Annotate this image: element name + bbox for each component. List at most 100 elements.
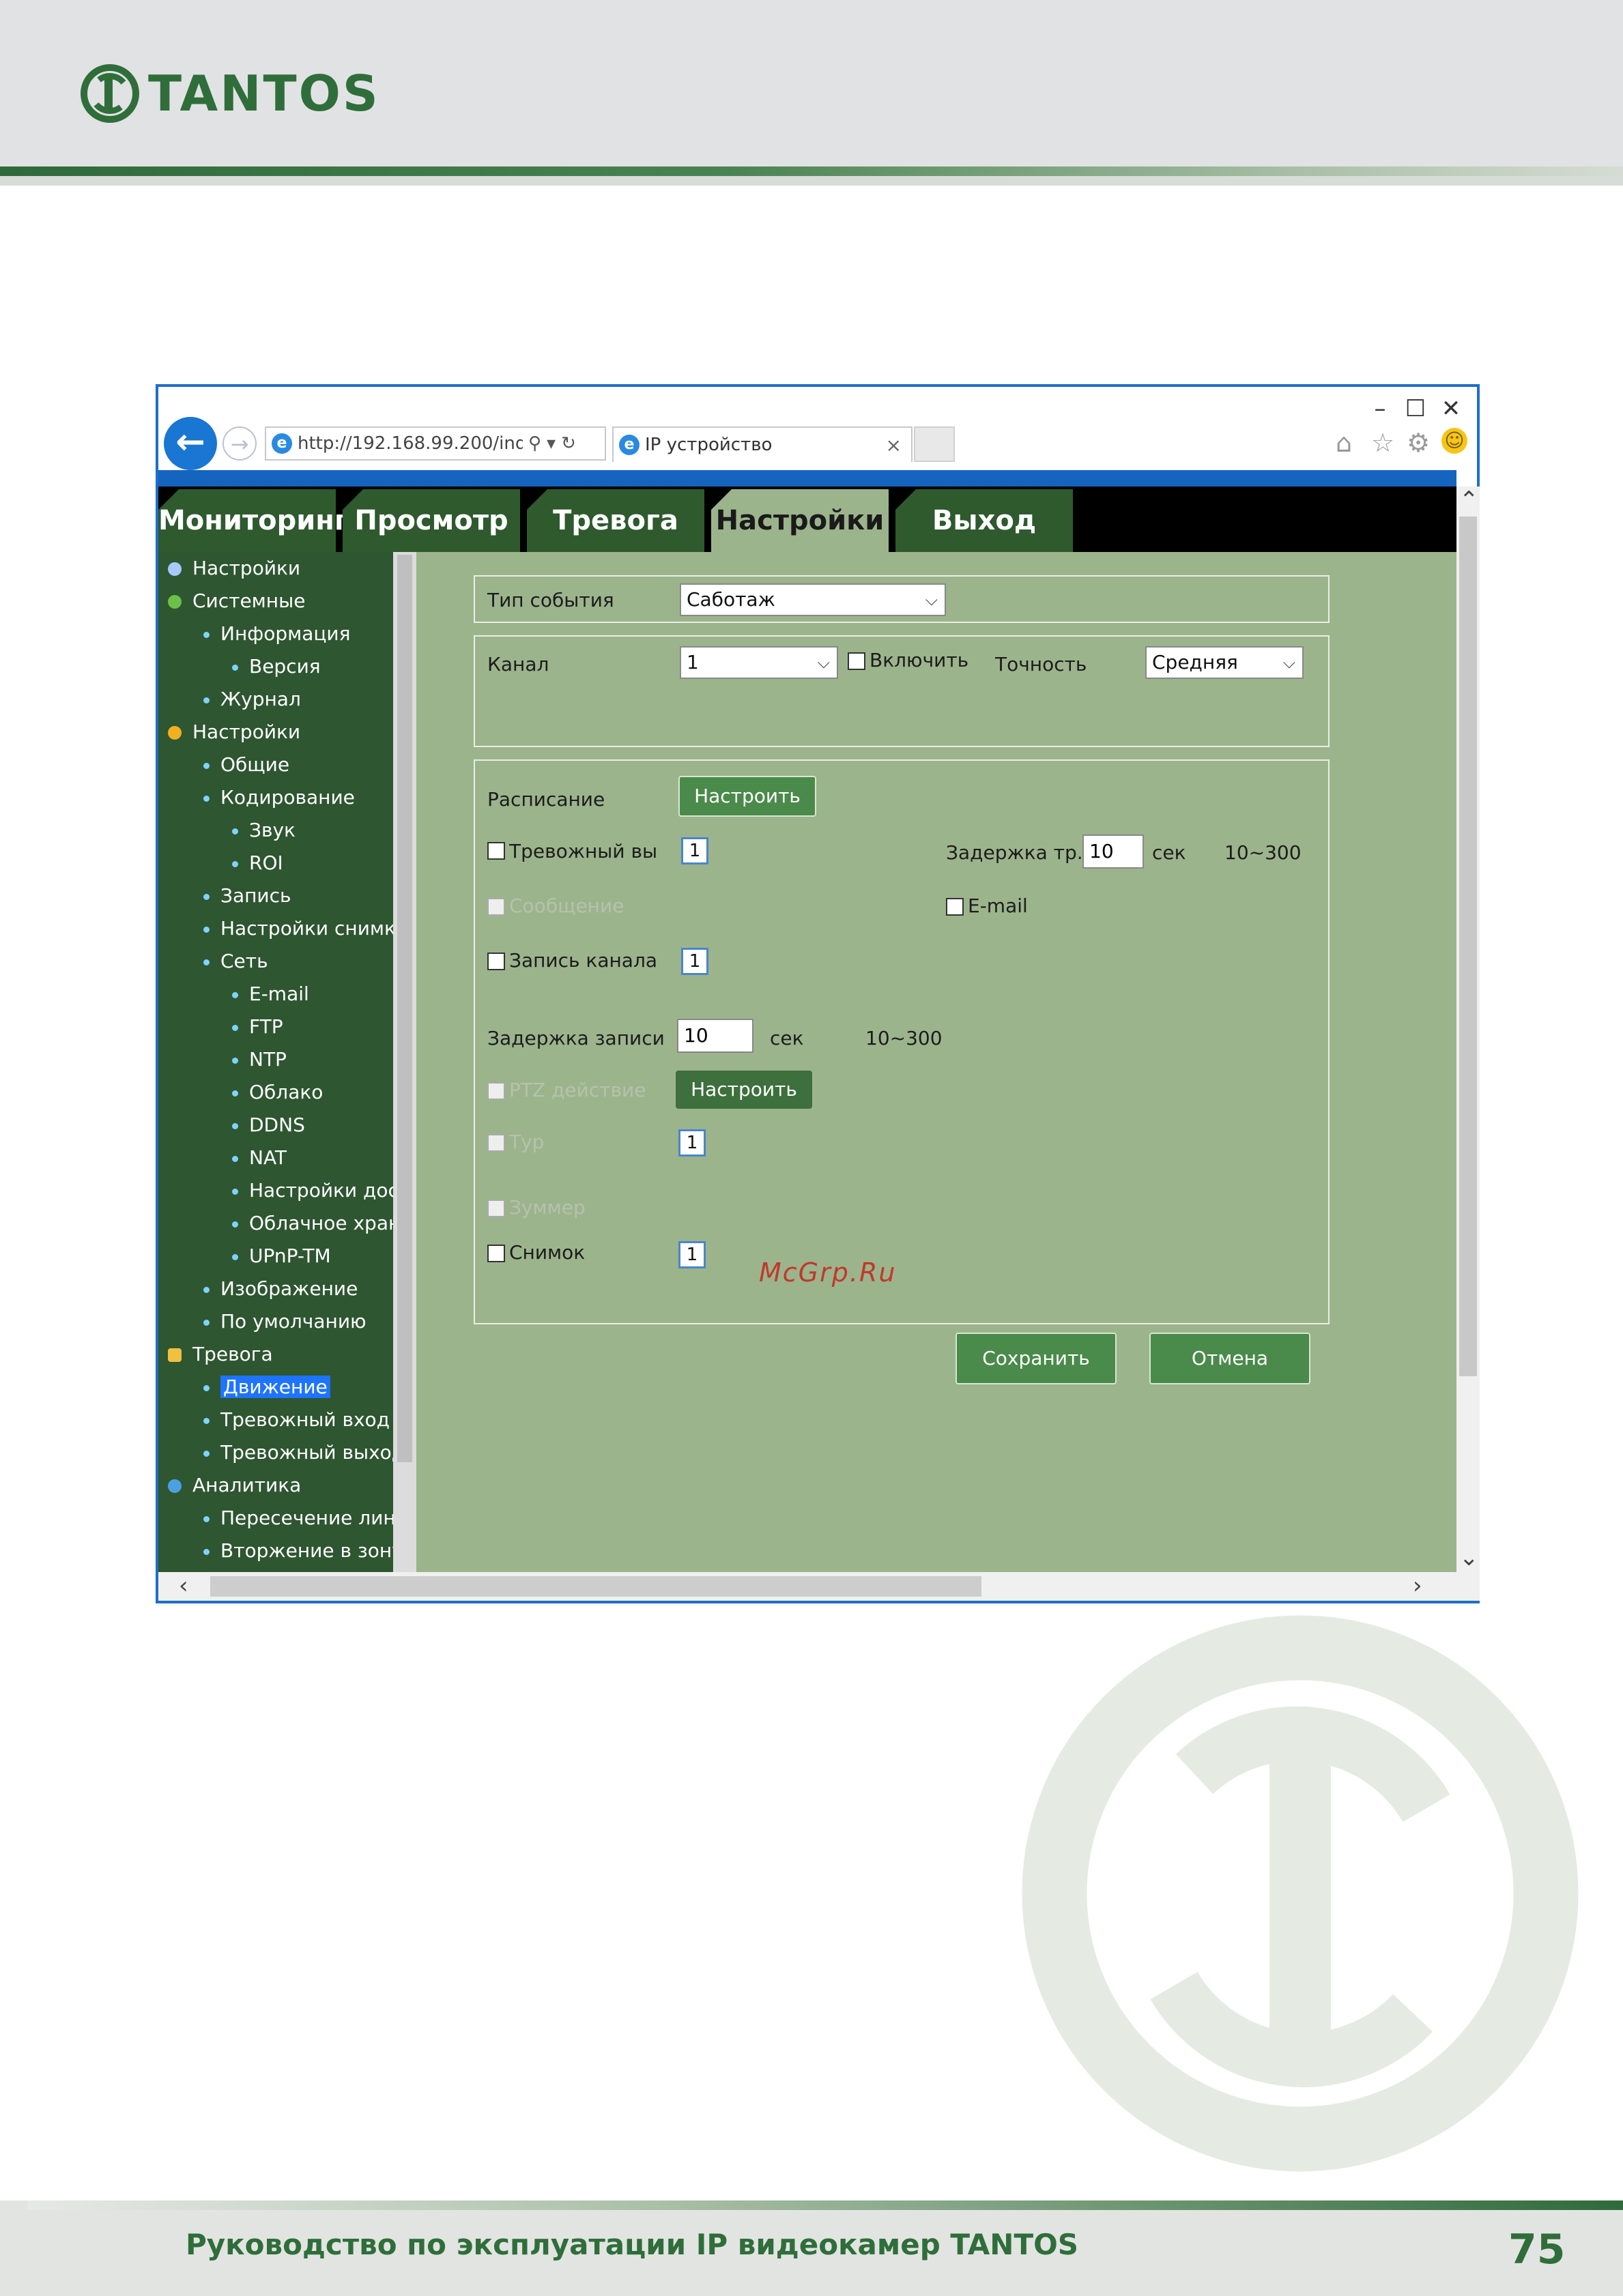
forward-button[interactable]: → (222, 426, 257, 461)
sidebar-item-cloud[interactable]: Облако (158, 1076, 323, 1109)
tour-checkbox (487, 1134, 505, 1152)
sidebar-item-audio[interactable]: Звук (158, 814, 296, 847)
menu-bar: Мониторинг Просмотр Тревога Настройки Вы… (158, 486, 1456, 552)
tab-close-icon[interactable]: × (886, 434, 902, 456)
sidebar-scroll-thumb[interactable] (397, 555, 412, 1462)
favorites-star-icon[interactable]: ☆ (1371, 428, 1394, 458)
enable-checkbox-row[interactable]: Включить (848, 649, 968, 671)
sidebar-item-general[interactable]: Общие (158, 749, 289, 781)
record-delay-unit: сек (770, 1027, 804, 1049)
sidebar-item-encoding[interactable]: Кодирование (158, 781, 355, 814)
maximize-button[interactable]: ☐ (1398, 395, 1433, 422)
sidebar-item-ddns[interactable]: DDNS (158, 1109, 305, 1142)
tab-notch (158, 489, 179, 510)
sidebar-item-roi[interactable]: ROI (158, 847, 283, 880)
sidebar-item-record[interactable]: Запись (158, 880, 291, 912)
browser-tab[interactable]: e IP устройство × (612, 426, 913, 462)
sidebar-item-upnp[interactable]: UPnP-TM (158, 1240, 331, 1273)
record-channel-row[interactable]: Запись канала (487, 949, 657, 972)
email-checkbox[interactable] (946, 898, 964, 916)
sidebar-item-network[interactable]: Сеть (158, 945, 268, 978)
sidebar-item-log[interactable]: Журнал (158, 683, 301, 716)
alarm-out-row[interactable]: Тревожный выход (487, 839, 658, 862)
sidebar-item-version[interactable]: Версия (158, 650, 321, 683)
sidebar-item-alarm[interactable]: Тревога (158, 1338, 273, 1371)
scroll-right-icon[interactable]: › (1413, 1572, 1422, 1599)
minimize-button[interactable]: – (1363, 395, 1397, 422)
sidebar-item-snapshot-settings[interactable]: Настройки снимка (158, 912, 393, 945)
enable-checkbox[interactable] (848, 652, 865, 670)
menu-tab-settings[interactable]: Настройки (711, 489, 889, 552)
sidebar-item-alarm-out[interactable]: Тревожный выход (158, 1436, 393, 1469)
sidebar-item-ntp[interactable]: NTP (158, 1043, 287, 1076)
snapshot-row[interactable]: Снимок (487, 1241, 585, 1264)
scroll-down-icon[interactable]: ⌄ (1459, 1544, 1479, 1571)
tantos-watermark-icon (1022, 1615, 1579, 2172)
email-row[interactable]: E-mail (946, 895, 1028, 917)
record-delay-label: Задержка записи (487, 1027, 665, 1049)
record-delay-range: 10~300 (865, 1027, 943, 1049)
tab-ie-icon: e (619, 435, 640, 455)
settings-gear-icon[interactable]: ⚙ (1407, 428, 1430, 458)
sidebar-item-zone-intrusion[interactable]: Вторжение в зону (158, 1535, 393, 1567)
event-type-select[interactable]: Саботаж ⌵ (680, 583, 946, 616)
channel-select[interactable]: 1 ⌵ (680, 646, 838, 679)
back-button[interactable]: ← (164, 417, 217, 470)
refresh-icon[interactable]: ↻ (561, 433, 576, 454)
sidebar-item-system[interactable]: Системные (158, 585, 305, 617)
sidebar-item-settings[interactable]: Настройки (158, 716, 300, 749)
scroll-left-icon[interactable]: ‹ (179, 1572, 188, 1599)
sidebar-item-nat[interactable]: NAT (158, 1142, 287, 1174)
search-icon[interactable]: ⚲ (528, 433, 541, 454)
snapshot-channel-box[interactable]: 1 (678, 1241, 706, 1268)
sidebar-item-information[interactable]: Информация (158, 617, 350, 650)
sidebar-item-alarm-in[interactable]: Тревожный вход (158, 1404, 390, 1436)
main-scroll-thumb[interactable] (1459, 517, 1477, 1376)
dropdown-icon[interactable]: ▾ (547, 433, 556, 454)
buzzer-checkbox (487, 1200, 505, 1217)
accuracy-select[interactable]: Средняя ⌵ (1145, 646, 1304, 679)
record-delay-input[interactable]: 10 (677, 1019, 753, 1053)
sidebar-item-cloud-storage[interactable]: Облачное хранилище (158, 1207, 393, 1240)
tab-notch (343, 489, 363, 510)
horizontal-scroll-thumb[interactable] (210, 1576, 981, 1597)
event-type-group: Тип события Саботаж ⌵ (474, 575, 1330, 623)
chevron-down-icon: ⌵ (1282, 653, 1295, 672)
ptz-configure-button[interactable]: Настроить (676, 1071, 812, 1109)
menu-tab-monitoring[interactable]: Мониторинг (158, 489, 349, 552)
menu-tab-alarm[interactable]: Тревога (527, 489, 704, 552)
address-bar[interactable]: e http://192.168.99.200/index.l ⚲ ▾ ↻ (265, 426, 606, 461)
schedule-configure-button[interactable]: Настроить (678, 776, 816, 817)
sidebar-item-motion[interactable]: Движение (158, 1371, 330, 1404)
new-tab-button[interactable] (914, 426, 955, 462)
menu-tab-exit[interactable]: Выход (895, 489, 1073, 552)
close-window-button[interactable]: ✕ (1434, 395, 1468, 422)
cancel-button[interactable]: Отмена (1149, 1333, 1310, 1384)
sidebar-item-ftp[interactable]: FTP (158, 1011, 283, 1043)
scroll-up-icon[interactable]: ⌃ (1459, 486, 1479, 514)
sidebar-item-access-settings[interactable]: Настройки доступа (158, 1174, 393, 1207)
home-icon[interactable]: ⌂ (1336, 428, 1352, 458)
trigger-delay-input[interactable]: 10 (1082, 834, 1144, 869)
tour-channel-box[interactable]: 1 (678, 1129, 706, 1157)
snapshot-checkbox[interactable] (487, 1245, 505, 1262)
sidebar-item-default[interactable]: По умолчанию (158, 1305, 367, 1338)
alarm-out-checkbox[interactable] (487, 842, 505, 860)
message-checkbox (487, 898, 505, 916)
url-text: http://192.168.99.200/index.l (298, 433, 523, 454)
alarm-out-channel-box[interactable]: 1 (681, 837, 708, 864)
sidebar-item-settings-root[interactable]: Настройки (158, 552, 300, 585)
gear-icon (168, 726, 182, 740)
menu-tab-view[interactable]: Просмотр (343, 489, 520, 552)
sidebar-item-analytics[interactable]: Аналитика (158, 1469, 301, 1502)
page-number: 75 (1508, 2226, 1566, 2273)
event-type-label: Тип события (487, 589, 614, 611)
record-channel-box[interactable]: 1 (681, 948, 708, 975)
sidebar-item-email[interactable]: E-mail (158, 978, 309, 1011)
sidebar-item-line-crossing[interactable]: Пересечение линии (158, 1502, 393, 1535)
ie-icon: e (272, 433, 292, 454)
save-button[interactable]: Сохранить (956, 1333, 1117, 1384)
feedback-smiley-icon[interactable]: ☺ (1441, 428, 1467, 454)
sidebar-item-image[interactable]: Изображение (158, 1273, 358, 1305)
record-channel-checkbox[interactable] (487, 953, 505, 970)
